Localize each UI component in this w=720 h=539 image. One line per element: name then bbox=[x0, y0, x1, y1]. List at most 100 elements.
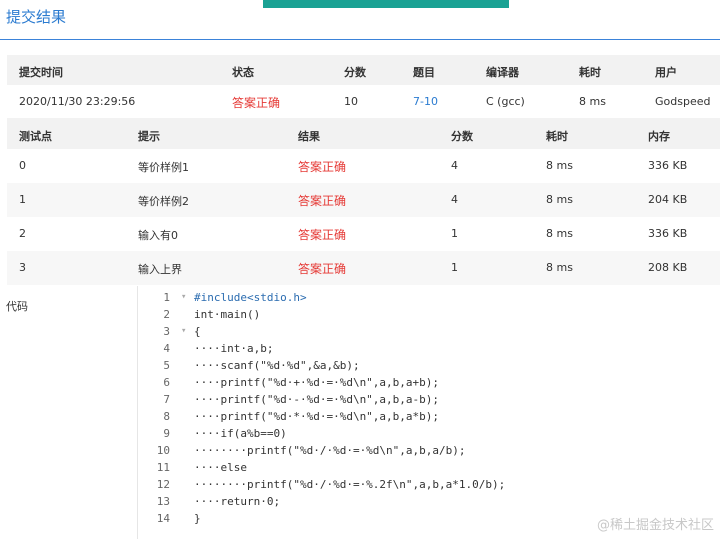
code-line: 5 ····scanf("%d·%d",&a,&b); bbox=[138, 357, 720, 374]
testcase-header-row: 测试点 提示 结果 分数 耗时 内存 bbox=[7, 118, 720, 149]
testcase-score: 1 bbox=[451, 261, 458, 274]
testcase-hint: 输入有0 bbox=[138, 229, 178, 242]
submit-time: 2020/11/30 23:29:56 bbox=[19, 95, 136, 108]
submission-table: 提交时间 状态 分数 题目 编译器 耗时 用户 2020/11/30 23:29… bbox=[7, 55, 720, 118]
header-hint: 提示 bbox=[138, 130, 160, 143]
code-text: } bbox=[194, 512, 201, 525]
code-line: 3 ▾ { bbox=[138, 323, 720, 340]
testcase-row: 2 输入有0 答案正确 1 8 ms 336 KB bbox=[7, 217, 720, 251]
testcase-score: 4 bbox=[451, 193, 458, 206]
code-line: 9 ····if(a%b==0) bbox=[138, 425, 720, 442]
header-test-score: 分数 bbox=[451, 130, 473, 143]
testcase-id: 0 bbox=[19, 159, 26, 172]
line-number: 5 bbox=[163, 359, 170, 372]
code-line: 1 ▾ #include<stdio.h> bbox=[138, 289, 720, 306]
code-text: ····scanf("%d·%d",&a,&b); bbox=[194, 359, 360, 372]
compiler-value: C (gcc) bbox=[486, 95, 525, 108]
testcase-time: 8 ms bbox=[546, 227, 573, 240]
code-label: 代码 bbox=[6, 300, 28, 313]
line-number: 6 bbox=[163, 376, 170, 389]
header-testcase: 测试点 bbox=[19, 130, 52, 143]
code-text: int·main() bbox=[194, 308, 261, 321]
code-line: 13 ····return·0; bbox=[138, 493, 720, 510]
testcase-time: 8 ms bbox=[546, 159, 573, 172]
code-line: 10 ········printf("%d·/·%d·=·%d\n",a,b,a… bbox=[138, 442, 720, 459]
code-text: ····printf("%d·*·%d·=·%d\n",a,b,a*b); bbox=[194, 410, 440, 423]
header-compiler: 编译器 bbox=[486, 66, 519, 79]
code-text: { bbox=[194, 325, 201, 338]
testcase-time: 8 ms bbox=[546, 261, 573, 274]
chevron-down-icon[interactable]: ▾ bbox=[181, 323, 186, 340]
code-text: ········printf("%d·/·%d·=·%.2f\n",a,b,a*… bbox=[194, 478, 506, 491]
testcase-row: 0 等价样例1 答案正确 4 8 ms 336 KB bbox=[7, 149, 720, 183]
testcase-memory: 336 KB bbox=[648, 159, 688, 172]
header-submit-time: 提交时间 bbox=[19, 66, 63, 79]
testcase-id: 2 bbox=[19, 227, 26, 240]
header-status: 状态 bbox=[232, 66, 254, 79]
code-text: ····if(a%b==0) bbox=[194, 427, 287, 440]
testcase-hint: 等价样例1 bbox=[138, 161, 189, 174]
testcase-memory: 204 KB bbox=[648, 193, 688, 206]
code-text: ····else bbox=[194, 461, 247, 474]
line-number: 2 bbox=[163, 308, 170, 321]
testcase-row: 1 等价样例2 答案正确 4 8 ms 204 KB bbox=[7, 183, 720, 217]
user-value: Godspeed bbox=[655, 95, 711, 108]
code-line: 6 ····printf("%d·+·%d·=·%d\n",a,b,a+b); bbox=[138, 374, 720, 391]
time-value: 8 ms bbox=[579, 95, 606, 108]
testcase-hint: 输入上界 bbox=[138, 263, 182, 276]
line-number: 14 bbox=[156, 512, 170, 525]
chevron-down-icon[interactable]: ▾ bbox=[181, 289, 186, 306]
testcase-result: 答案正确 bbox=[298, 228, 347, 242]
score-value: 10 bbox=[344, 95, 358, 108]
testcase-id: 1 bbox=[19, 193, 26, 206]
code-text: ····return·0; bbox=[194, 495, 281, 508]
testcase-table: 测试点 提示 结果 分数 耗时 内存 0 等价样例1 答案正确 4 8 ms 3… bbox=[7, 118, 720, 285]
testcase-row: 3 输入上界 答案正确 1 8 ms 208 KB bbox=[7, 251, 720, 285]
top-accent-bar bbox=[263, 0, 509, 8]
problem-link[interactable]: 7-10 bbox=[413, 95, 438, 108]
testcase-time: 8 ms bbox=[546, 193, 573, 206]
testcase-memory: 208 KB bbox=[648, 261, 688, 274]
header-user: 用户 bbox=[655, 66, 677, 79]
header-time: 耗时 bbox=[579, 66, 601, 79]
header-problem: 题目 bbox=[413, 66, 435, 79]
testcase-memory: 336 KB bbox=[648, 227, 688, 240]
submission-row: 2020/11/30 23:29:56 答案正确 10 7-10 C (gcc)… bbox=[7, 85, 720, 118]
header-result: 结果 bbox=[298, 130, 320, 143]
testcase-result: 答案正确 bbox=[298, 160, 347, 174]
testcase-score: 4 bbox=[451, 159, 458, 172]
line-number: 9 bbox=[163, 427, 170, 440]
testcase-result: 答案正确 bbox=[298, 262, 347, 276]
code-line: 2 int·main() bbox=[138, 306, 720, 323]
submission-header-row: 提交时间 状态 分数 题目 编译器 耗时 用户 bbox=[7, 55, 720, 85]
code-text: ········printf("%d·/·%d·=·%d\n",a,b,a/b)… bbox=[194, 444, 466, 457]
code-text: #include<stdio.h> bbox=[194, 291, 307, 304]
line-number: 4 bbox=[163, 342, 170, 355]
line-number: 1 bbox=[163, 291, 170, 304]
code-viewer[interactable]: 1 ▾ #include<stdio.h> 2 int·main() 3 ▾ {… bbox=[137, 286, 720, 539]
code-line: 4 ····int·a,b; bbox=[138, 340, 720, 357]
status-badge: 答案正确 bbox=[232, 96, 281, 110]
header-memory: 内存 bbox=[648, 130, 670, 143]
code-line: 8 ····printf("%d·*·%d·=·%d\n",a,b,a*b); bbox=[138, 408, 720, 425]
code-line: 7 ····printf("%d·-·%d·=·%d\n",a,b,a-b); bbox=[138, 391, 720, 408]
code-text: ····printf("%d·+·%d·=·%d\n",a,b,a+b); bbox=[194, 376, 440, 389]
page-title: 提交结果 bbox=[6, 8, 67, 26]
line-number: 11 bbox=[156, 461, 170, 474]
code-text: ····printf("%d·-·%d·=·%d\n",a,b,a-b); bbox=[194, 393, 440, 406]
code-line: 11 ····else bbox=[138, 459, 720, 476]
line-number: 10 bbox=[156, 444, 170, 457]
line-number: 7 bbox=[163, 393, 170, 406]
testcase-hint: 等价样例2 bbox=[138, 195, 189, 208]
line-number: 3 bbox=[163, 325, 170, 338]
line-number: 13 bbox=[156, 495, 170, 508]
testcase-result: 答案正确 bbox=[298, 194, 347, 208]
code-line: 12 ········printf("%d·/·%d·=·%.2f\n",a,b… bbox=[138, 476, 720, 493]
code-text: ····int·a,b; bbox=[194, 342, 274, 355]
testcase-id: 3 bbox=[19, 261, 26, 274]
line-number: 8 bbox=[163, 410, 170, 423]
testcase-score: 1 bbox=[451, 227, 458, 240]
watermark: @稀土掘金技术社区 bbox=[596, 518, 714, 533]
header-score: 分数 bbox=[344, 66, 366, 79]
title-divider bbox=[0, 39, 720, 40]
